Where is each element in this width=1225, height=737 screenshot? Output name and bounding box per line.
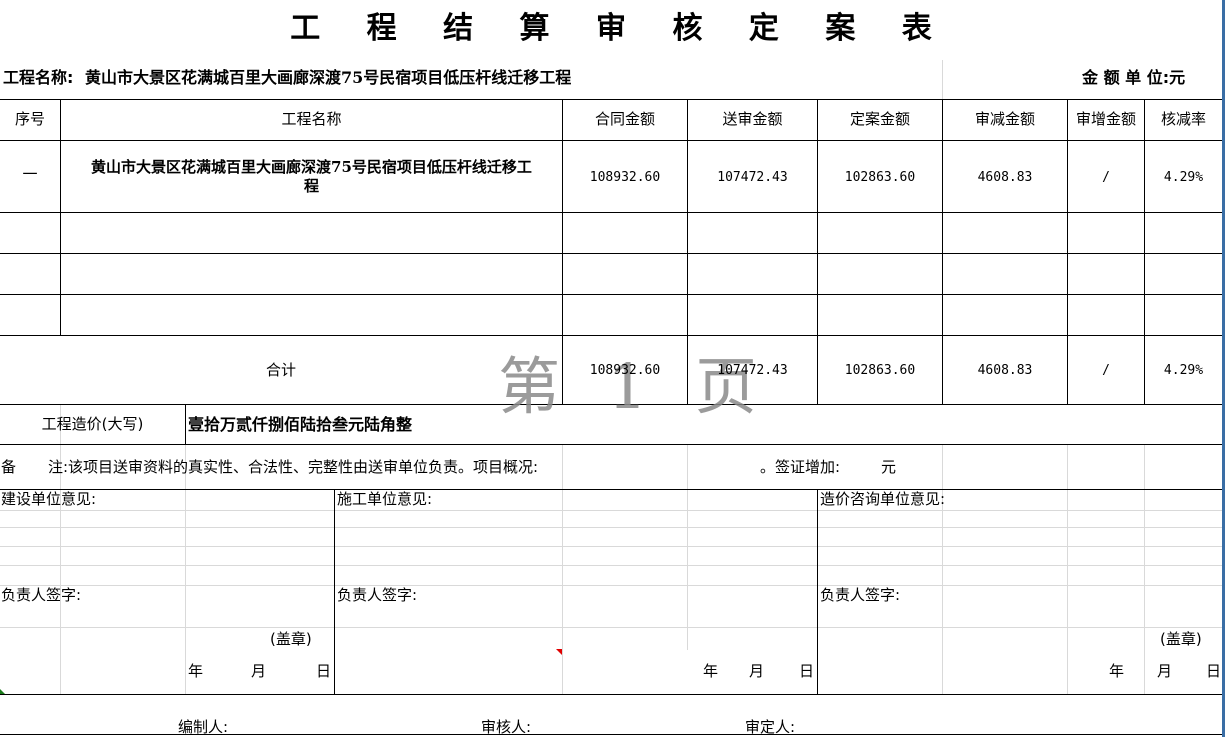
gridline bbox=[1067, 445, 1068, 695]
remark-label: 备 bbox=[1, 458, 17, 476]
row-contract-amount: 108932.60 bbox=[589, 170, 661, 185]
consulting-date-year: 年 bbox=[1109, 662, 1125, 680]
border-line bbox=[0, 444, 1222, 445]
header-submitted-amount: 送审金额 bbox=[722, 110, 783, 128]
total-contract-amount: 108932.60 bbox=[589, 363, 661, 378]
gridline bbox=[942, 445, 943, 695]
construction-opinion-label: 建设单位意见: bbox=[1, 490, 97, 508]
row-reduced-amount: 4608.83 bbox=[977, 170, 1033, 185]
total-reduced-amount: 4608.83 bbox=[977, 363, 1033, 378]
border-line bbox=[334, 489, 335, 695]
gridline bbox=[0, 510, 1222, 511]
contractor-date-year: 年 bbox=[703, 662, 719, 680]
gridline bbox=[0, 565, 1222, 566]
gridline bbox=[942, 60, 943, 100]
border-line bbox=[0, 140, 1222, 141]
consulting-signer-label: 负责人签字: bbox=[820, 586, 901, 604]
consulting-seal: (盖章) bbox=[1160, 630, 1202, 648]
construction-date-day: 日 bbox=[316, 662, 332, 680]
header-increased-amount: 审增金额 bbox=[1075, 110, 1136, 128]
border-line bbox=[1144, 99, 1145, 405]
header-reduction-rate: 核减率 bbox=[1160, 110, 1206, 128]
row-increased-amount: / bbox=[1102, 170, 1110, 185]
gridline bbox=[562, 445, 563, 695]
row-submitted-amount: 107472.43 bbox=[717, 170, 788, 185]
border-line bbox=[185, 404, 186, 445]
border-line bbox=[0, 212, 1222, 213]
construction-signer-label: 负责人签字: bbox=[1, 586, 82, 604]
contractor-date-month: 月 bbox=[749, 662, 765, 680]
border-line bbox=[1067, 99, 1068, 405]
header-final-amount: 定案金额 bbox=[849, 110, 910, 128]
construction-date-year: 年 bbox=[188, 662, 204, 680]
remark-visa-label: 。签证增加: bbox=[760, 458, 841, 476]
reviewer-label: 审核人: bbox=[481, 718, 532, 736]
contractor-signer-label: 负责人签字: bbox=[337, 586, 418, 604]
settlement-sheet: 工 程 结 算 审 核 定 案 表 工程名称: 黄山市大景区花满城百里大画廊深渡… bbox=[0, 0, 1225, 737]
project-name-value: 黄山市大景区花满城百里大画廊深渡75号民宿项目低压杆线迁移工程 bbox=[85, 68, 572, 87]
gridline bbox=[60, 404, 61, 694]
border-line bbox=[817, 489, 818, 695]
border-line bbox=[0, 253, 1222, 254]
remark-text: 注:该项目送审资料的真实性、合法性、完整性由送审单位负责。项目概况: bbox=[48, 458, 539, 476]
row-project-name: 黄山市大景区花满城百里大画廊深渡75号民宿项目低压杆线迁移工 bbox=[91, 158, 532, 176]
row-reduction-rate: 4.29% bbox=[1163, 170, 1204, 185]
total-label: 合计 bbox=[265, 361, 296, 379]
border-line bbox=[0, 294, 1222, 295]
total-increased-amount: / bbox=[1102, 363, 1110, 378]
row-final-amount: 102863.60 bbox=[844, 170, 916, 185]
consulting-date-month: 月 bbox=[1157, 662, 1173, 680]
border-line bbox=[0, 489, 1222, 490]
border-line bbox=[60, 99, 61, 336]
gridline bbox=[1144, 445, 1145, 695]
header-project-name: 工程名称 bbox=[281, 110, 342, 128]
approver-label: 审定人: bbox=[745, 718, 796, 736]
gridline bbox=[0, 546, 1222, 547]
header-reduced-amount: 审减金额 bbox=[974, 110, 1035, 128]
capital-value: 壹拾万贰仟捌佰陆拾叁元陆角整 bbox=[188, 415, 413, 434]
gridline bbox=[0, 527, 1222, 528]
consulting-date-day: 日 bbox=[1206, 662, 1222, 680]
page-watermark: 第 1 页 bbox=[498, 350, 771, 423]
total-reduction-rate: 4.29% bbox=[1163, 363, 1204, 378]
consulting-opinion-label: 造价咨询单位意见: bbox=[820, 490, 946, 508]
construction-date-month: 月 bbox=[251, 662, 267, 680]
row-project-name-cont: 程 bbox=[303, 177, 319, 195]
gridline bbox=[185, 445, 186, 695]
remark-unit: 元 bbox=[881, 458, 897, 476]
gridline bbox=[0, 627, 1222, 628]
contractor-date-day: 日 bbox=[799, 662, 815, 680]
contractor-opinion-label: 施工单位意见: bbox=[337, 490, 433, 508]
border-line bbox=[0, 694, 1222, 695]
compiler-label: 编制人: bbox=[178, 718, 229, 736]
total-submitted-amount: 107472.43 bbox=[717, 363, 788, 378]
gridline bbox=[0, 585, 1222, 586]
capital-label: 工程造价(大写) bbox=[41, 415, 144, 433]
header-contract-amount: 合同金额 bbox=[594, 110, 655, 128]
row-index: 一 bbox=[22, 165, 38, 183]
total-final-amount: 102863.60 bbox=[844, 363, 916, 378]
construction-seal: (盖章) bbox=[270, 630, 312, 648]
amount-unit: 金 额 单 位:元 bbox=[1082, 68, 1186, 87]
page-title: 工 程 结 算 审 核 定 案 表 bbox=[290, 11, 950, 46]
header-index: 序号 bbox=[14, 110, 45, 128]
project-name-label: 工程名称: bbox=[3, 68, 74, 87]
gridline bbox=[687, 445, 688, 650]
border-line bbox=[942, 99, 943, 405]
error-indicator bbox=[0, 689, 5, 694]
border-line bbox=[817, 99, 818, 405]
comment-indicator[interactable] bbox=[556, 649, 562, 655]
border-line bbox=[0, 99, 1222, 100]
